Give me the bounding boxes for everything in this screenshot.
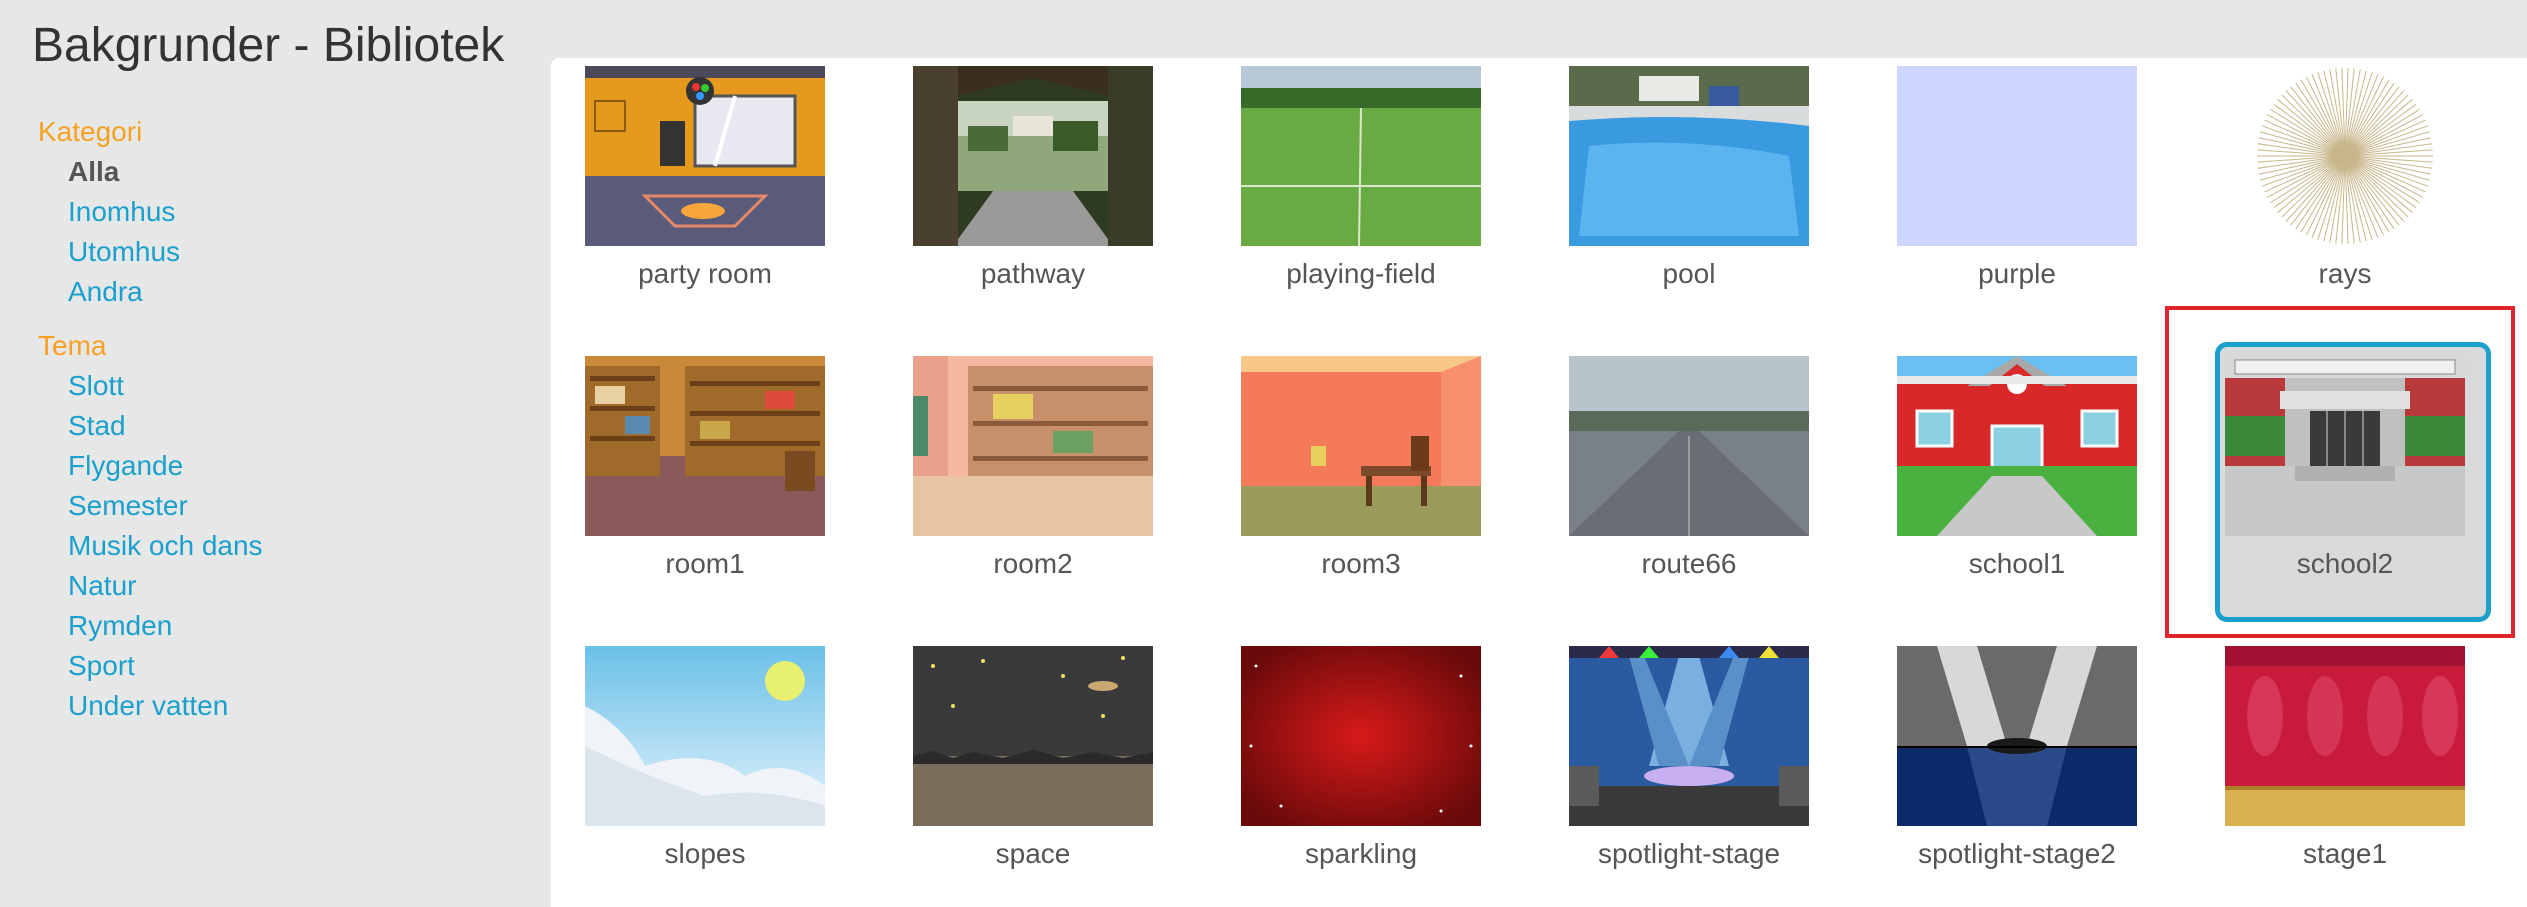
theme-item-natur[interactable]: Natur	[38, 566, 538, 606]
page-title: Bakgrunder - Bibliotek	[32, 19, 505, 72]
space-thumbnail	[913, 646, 1153, 826]
theme-item-semester[interactable]: Semester	[38, 486, 538, 526]
category-list: Alla Inomhus Utomhus Andra	[38, 152, 538, 312]
theme-item-musik-och-dans[interactable]: Musik och dans	[38, 526, 538, 566]
spotlight-stage2-thumbnail	[1897, 646, 2137, 826]
backdrop-tile-party-room[interactable]: party room	[551, 58, 825, 348]
playing-field-thumbnail	[1241, 66, 1481, 246]
backdrop-name: purple	[1978, 258, 2056, 289]
backdrop-tile-spotlight-stage2[interactable]: spotlight-stage2	[1863, 638, 2137, 907]
stage1-thumbnail	[2225, 646, 2465, 826]
theme-list: Slott Stad Flygande Semester Musik och d…	[38, 366, 538, 726]
theme-item-stad[interactable]: Stad	[38, 406, 538, 446]
backdrop-name: room2	[993, 548, 1073, 579]
backdrop-tile-room1[interactable]: room1	[551, 348, 825, 638]
room3-thumbnail	[1241, 356, 1481, 536]
slopes-thumbnail	[585, 646, 825, 826]
theme-item-under-vatten[interactable]: Under vatten	[38, 686, 538, 726]
backdrop-name: school2	[2296, 548, 2394, 579]
backdrop-tile-school2[interactable]: school2	[2191, 342, 2491, 638]
category-item-andra[interactable]: Andra	[38, 272, 538, 312]
sparkling-thumbnail	[1241, 646, 1481, 826]
pool-thumbnail	[1569, 66, 1809, 246]
backdrop-tile-sparkling[interactable]: sparkling	[1207, 638, 1481, 907]
backdrop-library-page: Bakgrunder - Bibliotek Kategori Alla Ino…	[0, 0, 2527, 907]
backdrop-name: stage1	[2302, 838, 2388, 869]
pathway-thumbnail	[913, 66, 1153, 246]
theme-item-flygande[interactable]: Flygande	[38, 446, 538, 486]
theme-item-rymden[interactable]: Rymden	[38, 606, 538, 646]
theme-item-sport[interactable]: Sport	[38, 646, 538, 686]
backdrop-tile-stage1[interactable]: stage1	[2191, 638, 2465, 907]
room1-thumbnail	[585, 356, 825, 536]
theme-item-slott[interactable]: Slott	[38, 366, 538, 406]
sidebar: Kategori Alla Inomhus Utomhus Andra Tema…	[38, 112, 538, 740]
purple-thumbnail	[1897, 66, 2137, 246]
backdrop-tile-room3[interactable]: room3	[1207, 348, 1481, 638]
backdrop-tile-spotlight-stage[interactable]: spotlight-stage	[1535, 638, 1809, 907]
backdrop-name: pathway	[980, 258, 1086, 289]
backdrop-name: rays	[2318, 258, 2372, 289]
room2-thumbnail	[913, 356, 1153, 536]
backdrop-name: room1	[665, 548, 745, 579]
backdrop-tile-slopes[interactable]: slopes	[551, 638, 825, 907]
theme-heading: Tema	[38, 330, 107, 361]
backdrop-name: slopes	[664, 838, 746, 869]
category-item-utomhus[interactable]: Utomhus	[38, 232, 538, 272]
backdrop-name: space	[995, 838, 1071, 869]
category-item-alla[interactable]: Alla	[38, 152, 538, 192]
backdrop-name: party room	[638, 258, 772, 289]
route66-thumbnail	[1569, 356, 1809, 536]
backdrop-name: school1	[1968, 548, 2066, 579]
backdrop-tile-school1[interactable]: school1	[1863, 348, 2137, 638]
backdrop-gallery: party room pathway playing-field pool pu…	[551, 58, 2527, 907]
backdrop-tile-pool[interactable]: pool	[1535, 58, 1809, 348]
category-item-inomhus[interactable]: Inomhus	[38, 192, 538, 232]
backdrop-tile-purple[interactable]: purple	[1863, 58, 2137, 348]
backdrop-tile-rays[interactable]: rays	[2191, 58, 2465, 348]
backdrop-name: pool	[1662, 258, 1716, 289]
backdrop-name: spotlight-stage	[1597, 838, 1781, 869]
backdrop-name: spotlight-stage2	[1918, 838, 2116, 869]
category-heading: Kategori	[38, 116, 143, 147]
backdrop-tile-route66[interactable]: route66	[1535, 348, 1809, 638]
backdrop-name: sparkling	[1304, 838, 1418, 869]
party-room-thumbnail	[585, 66, 825, 246]
backdrop-name: route66	[1641, 548, 1737, 579]
school1-thumbnail	[1897, 356, 2137, 536]
backdrop-tile-space[interactable]: space	[879, 638, 1153, 907]
backdrop-tile-pathway[interactable]: pathway	[879, 58, 1153, 348]
backdrop-tile-room2[interactable]: room2	[879, 348, 1153, 638]
spotlight-stage-thumbnail	[1569, 646, 1809, 826]
backdrop-name: playing-field	[1286, 258, 1436, 289]
backdrop-name: room3	[1321, 548, 1401, 579]
backdrop-tile-playing-field[interactable]: playing-field	[1207, 58, 1481, 348]
school2-thumbnail	[2225, 356, 2465, 536]
rays-thumbnail	[2225, 66, 2465, 246]
